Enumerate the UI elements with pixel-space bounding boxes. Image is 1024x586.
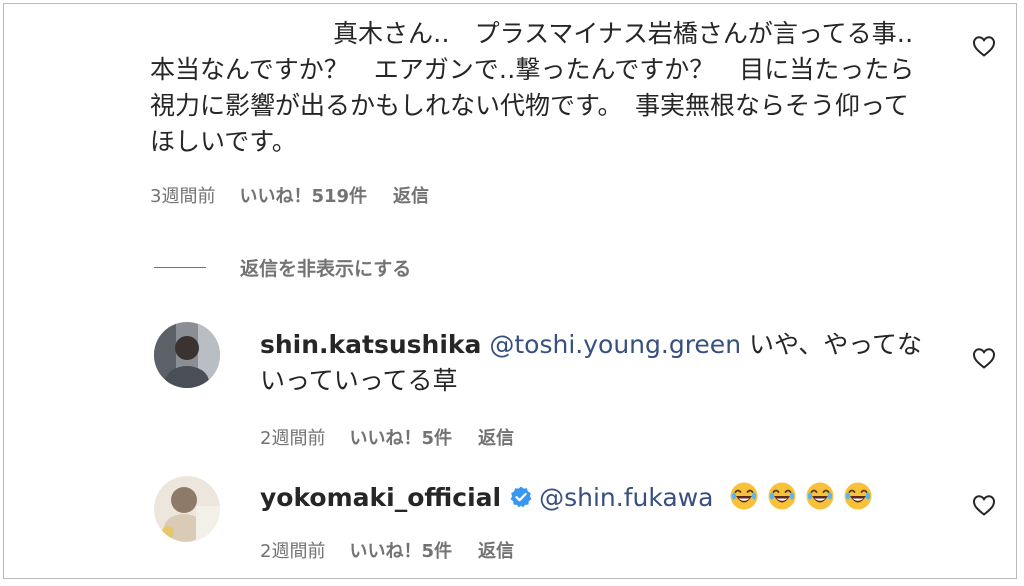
like-reply-button[interactable] — [972, 347, 996, 369]
reply-mention[interactable]: @shin.fukawa — [539, 483, 713, 512]
reply-time: 2週間前 — [260, 428, 326, 449]
heart-outline-icon — [972, 495, 996, 516]
reply-likes[interactable]: いいね！5件 — [349, 424, 452, 450]
laughing-emoji-icon — [729, 481, 759, 511]
hide-replies-label: 返信を非表示にする — [240, 258, 412, 280]
reply-username[interactable]: yokomaki_official — [260, 483, 501, 512]
verified-badge-icon — [509, 483, 533, 508]
reply-meta: 2週間前 いいね！5件 返信 — [260, 424, 514, 450]
reply-time: 2週間前 — [260, 541, 326, 562]
comment-text: 真木さん‥ プラスマイナス岩橋さんが言ってる事‥本当なんですか？ エアガンで‥撃… — [150, 19, 915, 156]
comment-meta: 3週間前 いいね！519件 返信 — [150, 182, 429, 208]
laughing-emoji-icon — [805, 481, 835, 511]
like-comment-button[interactable] — [972, 35, 996, 57]
avatar[interactable] — [154, 476, 220, 542]
reply-button[interactable]: 返信 — [478, 424, 514, 450]
reply-button[interactable]: 返信 — [478, 537, 514, 563]
comment-time: 3週間前 — [150, 186, 216, 207]
emoji-group — [721, 481, 873, 512]
reply-likes[interactable]: いいね！5件 — [349, 537, 452, 563]
comment-likes[interactable]: いいね！519件 — [239, 182, 367, 208]
reply-username[interactable]: shin.katsushika — [260, 330, 481, 359]
laughing-emoji-icon — [843, 481, 873, 511]
reply-mention[interactable]: @toshi.young.green — [489, 330, 741, 359]
divider-line — [154, 267, 206, 268]
heart-outline-icon — [972, 348, 996, 369]
laughing-emoji-icon — [767, 481, 797, 511]
like-reply-button[interactable] — [972, 494, 996, 516]
reply-button[interactable]: 返信 — [393, 182, 429, 208]
heart-outline-icon — [972, 36, 996, 57]
reply-meta: 2週間前 いいね！5件 返信 — [260, 537, 514, 563]
reply-comment: yokomaki_official @shin.fukawa — [260, 480, 940, 516]
avatar[interactable] — [154, 322, 220, 388]
comment-thread: 真木さん‥ プラスマイナス岩橋さんが言ってる事‥本当なんですか？ エアガンで‥撃… — [3, 3, 1017, 579]
hide-replies-button[interactable]: 返信を非表示にする — [154, 254, 411, 281]
reply-comment: shin.katsushika @toshi.young.green いや、やっ… — [260, 327, 940, 399]
